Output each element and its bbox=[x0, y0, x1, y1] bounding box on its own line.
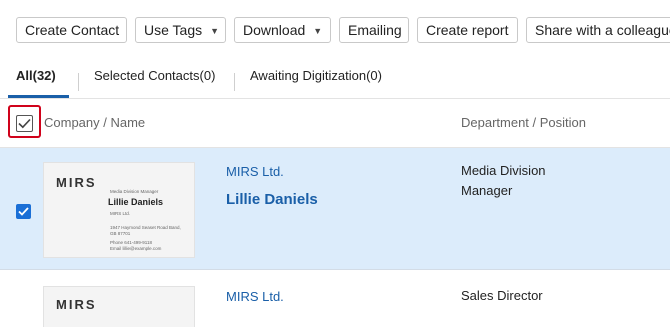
position-text: Manager bbox=[461, 183, 513, 198]
card-name: Lillie Daniels bbox=[108, 197, 164, 207]
business-card-thumbnail[interactable]: MIRS bbox=[44, 287, 194, 327]
chevron-down-icon: ▼ bbox=[313, 26, 323, 37]
business-card-thumbnail[interactable]: MIRS Media Division Manager Lillie Danie… bbox=[44, 163, 194, 257]
tab-selected-contacts[interactable]: Selected Contacts(0) bbox=[94, 68, 215, 83]
tab-divider bbox=[234, 73, 235, 91]
card-brand: MIRS bbox=[56, 297, 97, 312]
download-button[interactable]: Download ▼ bbox=[234, 17, 331, 43]
department-text: Media Division bbox=[461, 163, 546, 178]
company-name-column-header: Company / Name bbox=[44, 115, 146, 130]
card-address: GB 87701 bbox=[110, 231, 131, 236]
table-row[interactable]: MIRS MIRS Ltd. Sales Director bbox=[0, 271, 670, 327]
create-contact-button[interactable]: Create Contact bbox=[16, 17, 127, 43]
table-row[interactable]: MIRS Media Division Manager Lillie Danie… bbox=[0, 148, 670, 270]
use-tags-button[interactable]: Use Tags ▼ bbox=[135, 17, 226, 43]
company-link[interactable]: MIRS Ltd. bbox=[226, 289, 284, 304]
department-position-column-header: Department / Position bbox=[461, 115, 587, 130]
tab-bar: All(32) Selected Contacts(0) Awaiting Di… bbox=[0, 60, 670, 99]
contact-name-link[interactable]: Lillie Daniels bbox=[226, 191, 318, 208]
tab-all[interactable]: All(32) bbox=[16, 68, 56, 83]
tab-divider bbox=[78, 73, 79, 91]
checkmark-icon bbox=[18, 118, 31, 129]
select-all-checkbox[interactable] bbox=[16, 115, 33, 132]
emailing-button[interactable]: Emailing bbox=[339, 17, 409, 43]
checkmark-icon bbox=[18, 207, 29, 216]
department-text: Sales Director bbox=[461, 288, 543, 303]
card-company: MIRS Ltd. bbox=[110, 211, 131, 216]
active-tab-indicator bbox=[8, 95, 69, 98]
tab-awaiting-digitization[interactable]: Awaiting Digitization(0) bbox=[250, 68, 382, 83]
share-with-colleague-button[interactable]: Share with a colleague bbox=[526, 17, 670, 43]
card-address: 1947 Haymond Seaset Road Band, bbox=[110, 225, 181, 230]
toolbar: Create Contact Use Tags ▼ Download ▼ Email… bbox=[0, 0, 670, 60]
card-title: Media Division Manager bbox=[110, 189, 159, 194]
company-link[interactable]: MIRS Ltd. bbox=[226, 164, 284, 179]
row-checkbox[interactable] bbox=[16, 204, 31, 219]
use-tags-label: Use Tags bbox=[144, 22, 203, 38]
create-report-button[interactable]: Create report bbox=[417, 17, 518, 43]
card-phone: Phone 641-499-9118 bbox=[110, 240, 152, 245]
chevron-down-icon: ▼ bbox=[210, 26, 220, 37]
card-email: Email lillie@example.com bbox=[110, 246, 162, 251]
download-label: Download bbox=[243, 22, 306, 38]
table-header: Company / Name Department / Position bbox=[0, 99, 670, 148]
card-brand: MIRS bbox=[56, 175, 97, 190]
